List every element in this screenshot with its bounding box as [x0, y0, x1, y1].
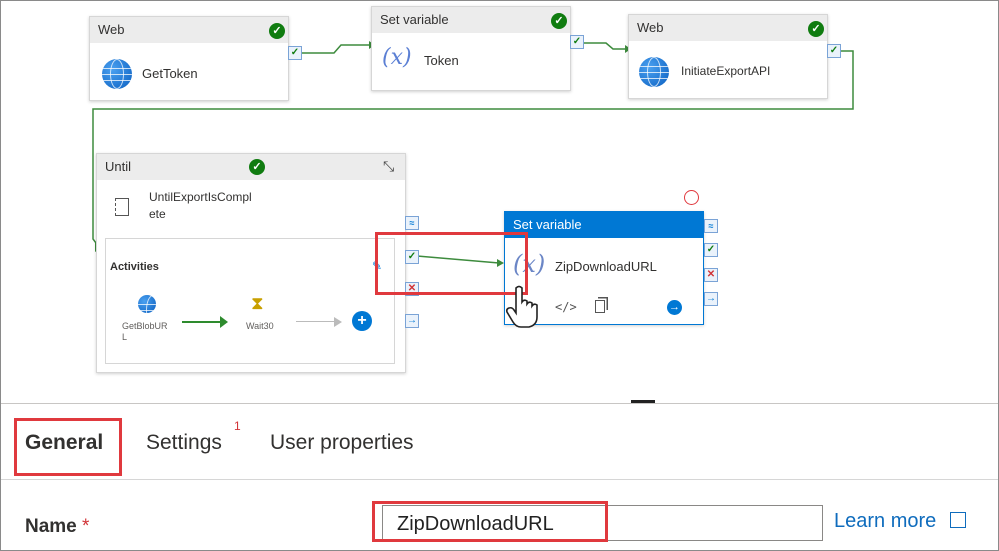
until-loop-icon — [115, 198, 129, 216]
success-check-icon: ✓ — [269, 23, 285, 39]
name-input-highlight — [372, 501, 608, 542]
inner-link-arrowhead — [220, 316, 228, 328]
link-gettoken-token — [301, 44, 369, 54]
activity-initiate-export[interactable]: Web ✓ InitiateExportAPI — [628, 14, 828, 99]
inner-pending-link — [296, 321, 336, 322]
activity-token[interactable]: Set variable ✓ (x) Token — [371, 6, 571, 91]
variable-icon: (x) — [382, 45, 412, 70]
hourglass-icon: ⧗ — [251, 293, 264, 313]
general-tab-highlight — [14, 418, 122, 476]
hand-cursor-icon — [505, 285, 538, 328]
screenshot-frame: Web ✓ GetToken ✓ Set variable ✓ (x) Toke… — [0, 0, 999, 551]
activity-type-label: Set variable — [372, 7, 570, 33]
learn-more-text: Learn more — [834, 510, 937, 532]
activity-name: GetToken — [142, 66, 198, 81]
tab-settings[interactable]: Settings — [146, 431, 222, 455]
properties-panel: General Settings 1 User properties Name … — [1, 403, 998, 550]
inner-activity-name-continued: L — [122, 332, 128, 342]
activities-label: Activities — [110, 261, 159, 273]
learn-more-link[interactable]: Learn more — [834, 510, 966, 533]
inner-success-link — [182, 321, 224, 323]
inner-activities-panel[interactable]: Activities ✎ GetBlobUR L ⧗ Wait30 + — [105, 238, 395, 364]
required-asterisk: * — [82, 516, 90, 537]
tab-user-properties[interactable]: User properties — [270, 431, 414, 455]
activity-name: UntilExportIsCompl — [149, 190, 252, 204]
settings-error-badge: 1 — [234, 419, 241, 433]
inner-link-arrowhead — [334, 317, 342, 327]
skipped-output-port[interactable]: ≈ — [405, 216, 419, 230]
web-globe-icon — [102, 59, 132, 89]
clone-icon[interactable] — [595, 300, 605, 313]
success-output-port[interactable]: ✓ — [827, 44, 841, 58]
activity-gettoken[interactable]: Web ✓ GetToken — [89, 16, 289, 101]
failure-output-port[interactable]: ✕ — [704, 268, 718, 282]
skipped-output-port[interactable]: ≈ — [704, 219, 718, 233]
web-globe-icon — [639, 57, 669, 87]
external-link-icon — [949, 512, 966, 528]
web-globe-icon — [138, 295, 156, 313]
activity-name-continued: ete — [149, 207, 166, 221]
success-check-icon: ✓ — [808, 21, 824, 37]
validation-circle-icon — [684, 190, 699, 205]
success-output-port[interactable]: ✓ — [570, 35, 584, 49]
go-arrow-icon[interactable]: → — [667, 300, 682, 315]
name-label: Name * — [25, 516, 89, 538]
collapse-icon[interactable]: ⤡ — [383, 158, 394, 175]
tabs-divider — [1, 479, 998, 480]
completion-output-port[interactable]: → — [704, 292, 718, 306]
success-output-port[interactable]: ✓ — [704, 243, 718, 257]
activity-type-label: Web — [90, 17, 288, 43]
link-token-initiate — [583, 42, 627, 50]
pipeline-canvas[interactable]: Web ✓ GetToken ✓ Set variable ✓ (x) Toke… — [1, 1, 998, 403]
add-activity-plus-icon[interactable]: + — [352, 311, 372, 331]
success-check-icon: ✓ — [249, 159, 265, 175]
completion-output-port[interactable]: → — [405, 314, 419, 328]
activity-name: InitiateExportAPI — [681, 64, 771, 78]
inner-activity-name: GetBlobUR — [122, 321, 168, 331]
name-label-text: Name — [25, 516, 77, 537]
code-icon[interactable]: </> — [555, 300, 577, 314]
success-output-port[interactable]: ✓ — [288, 46, 302, 60]
success-check-icon: ✓ — [551, 13, 567, 29]
activity-type-label: Set variable — [505, 212, 703, 238]
inner-activity-name: Wait30 — [246, 321, 274, 331]
activity-until[interactable]: Until ✓ ⤡ UntilExportIsCompl ete Activit… — [96, 153, 406, 373]
activity-name: Token — [424, 53, 459, 68]
activity-type-label: Web — [629, 15, 827, 41]
activity-name: ZipDownloadURL — [555, 259, 657, 274]
